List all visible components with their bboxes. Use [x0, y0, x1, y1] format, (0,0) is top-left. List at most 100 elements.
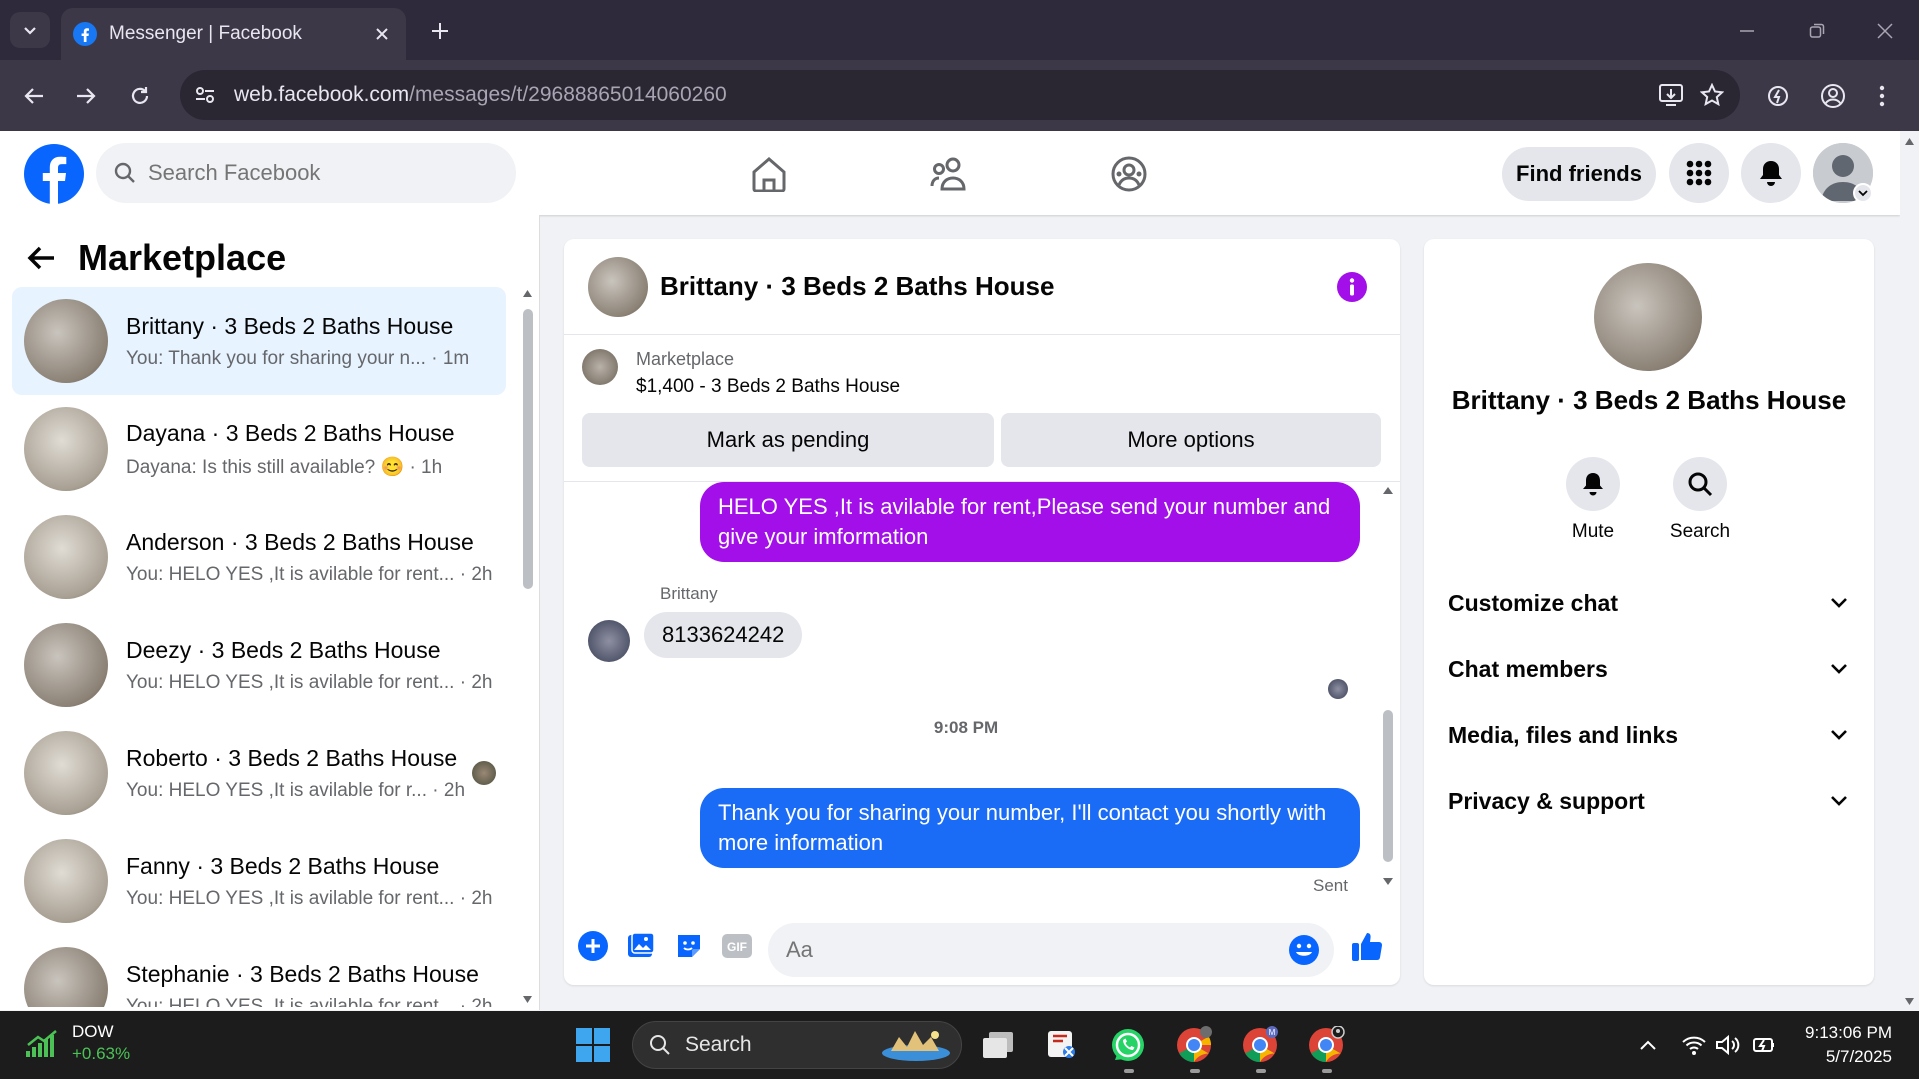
more-options-button[interactable]: More options: [1001, 413, 1381, 467]
clock-date: 5/7/2025: [1825, 1047, 1892, 1066]
profile-avatar[interactable]: [1594, 263, 1702, 371]
conversation-item[interactable]: Dayana · 3 Beds 2 Baths House Dayana: Is…: [12, 395, 506, 503]
conversation-avatar: [24, 407, 108, 491]
conversation-list-scrollbar[interactable]: [521, 289, 533, 1007]
tab-title: Messenger | Facebook: [109, 23, 302, 44]
taskbar-search[interactable]: Search: [632, 1021, 962, 1069]
tab-search-button[interactable]: [10, 12, 50, 48]
panel-header: Marketplace: [26, 237, 286, 279]
friends-icon[interactable]: [924, 149, 974, 199]
message-status: Sent: [1313, 876, 1348, 895]
conversation-preview: You: HELO YES ,It is avilable for rent..…: [126, 671, 455, 693]
address-bar[interactable]: web.facebook.com/messages/t/296888650140…: [180, 70, 1740, 120]
conversation-item[interactable]: Fanny · 3 Beds 2 Baths House You: HELO Y…: [12, 827, 506, 935]
volume-icon[interactable]: [1708, 1025, 1748, 1065]
mute-button[interactable]: Mute: [1548, 457, 1638, 543]
bell-icon: [1583, 473, 1603, 496]
sender-name: Brittany: [660, 584, 718, 603]
conversation-name: Dayana · 3 Beds 2 Baths House: [126, 419, 455, 446]
chat-avatar[interactable]: [588, 256, 648, 317]
battery-icon[interactable]: [1744, 1025, 1784, 1065]
chrome-profile-2-icon[interactable]: M: [1240, 1025, 1280, 1065]
profile-icon[interactable]: [1813, 76, 1853, 116]
conversation-avatar: [24, 623, 108, 707]
find-friends-button[interactable]: Find friends: [1502, 147, 1656, 201]
conversation-name: Deezy · 3 Beds 2 Baths House: [126, 636, 441, 663]
whatsapp-icon[interactable]: [1108, 1025, 1148, 1065]
conversation-item[interactable]: Deezy · 3 Beds 2 Baths House You: HELO Y…: [12, 611, 506, 719]
gif-icon[interactable]: GIF: [720, 929, 754, 963]
add-attachment-icon[interactable]: [576, 929, 610, 963]
chat-header: Brittany · 3 Beds 2 Baths House: [564, 239, 1400, 335]
message-input[interactable]: [786, 937, 1266, 963]
back-icon[interactable]: [14, 76, 54, 116]
like-thumb-icon[interactable]: [1350, 929, 1384, 963]
close-window-icon[interactable]: [1868, 14, 1902, 48]
search-highlight-icon: [882, 1031, 950, 1061]
conversation-item[interactable]: Anderson · 3 Beds 2 Baths House You: HEL…: [12, 503, 506, 611]
url-text: web.facebook.com/messages/t/296888650140…: [234, 83, 727, 107]
stock-widget[interactable]: DOW +0.63%: [24, 1021, 130, 1065]
chrome-profile-1-icon[interactable]: [1174, 1025, 1214, 1065]
browser-tab[interactable]: Messenger | Facebook: [61, 8, 406, 60]
chrome-profile-3-icon[interactable]: [1306, 1025, 1346, 1065]
site-settings-icon[interactable]: [194, 84, 216, 106]
message-scrollbar[interactable]: [1382, 482, 1394, 906]
page-scrollbar[interactable]: [1900, 131, 1919, 1011]
restore-icon[interactable]: [1800, 14, 1834, 48]
listing-thumbnail: [582, 349, 618, 385]
listing-category: Marketplace: [636, 349, 735, 369]
conversation-name: Brittany · 3 Beds 2 Baths House: [126, 312, 454, 339]
groups-icon[interactable]: [1104, 149, 1154, 199]
snipping-tool-icon[interactable]: [1042, 1025, 1082, 1065]
windows-start-icon[interactable]: [573, 1025, 613, 1065]
minimize-icon[interactable]: [1730, 14, 1764, 48]
tab-close-icon[interactable]: [370, 22, 394, 46]
message-input-wrapper[interactable]: [768, 923, 1334, 977]
sticker-icon[interactable]: [672, 929, 706, 963]
marketplace-listing[interactable]: Marketplace $1,400 - 3 Beds 2 Baths Hous…: [582, 349, 900, 398]
conversation-time: · 2h: [459, 671, 493, 693]
photo-icon[interactable]: [624, 929, 658, 963]
bookmark-star-icon[interactable]: [1700, 83, 1724, 107]
conversation-avatar: [24, 731, 108, 815]
media-files-links-section[interactable]: Media, files and links: [1448, 707, 1852, 763]
conversation-item[interactable]: Roberto · 3 Beds 2 Baths House You: HELO…: [12, 719, 506, 827]
conversation-item[interactable]: Brittany · 3 Beds 2 Baths House You: Tha…: [12, 287, 506, 395]
search-label: Search: [1669, 521, 1731, 542]
mark-as-pending-button[interactable]: Mark as pending: [582, 413, 994, 467]
menu-grid-icon[interactable]: [1669, 143, 1729, 203]
system-clock[interactable]: 9:13:06 PM 5/7/2025: [1798, 1021, 1892, 1069]
stock-chart-icon: [26, 1030, 57, 1057]
facebook-search[interactable]: [96, 143, 516, 203]
account-chevron-icon[interactable]: [1853, 183, 1873, 203]
panel-title: Marketplace: [78, 237, 287, 278]
chat-title[interactable]: Brittany · 3 Beds 2 Baths House: [660, 271, 1054, 302]
facebook-logo-icon[interactable]: [24, 144, 84, 204]
conversation-list: Brittany · 3 Beds 2 Baths House You: Tha…: [12, 287, 506, 1007]
customize-chat-section[interactable]: Customize chat: [1448, 575, 1852, 631]
search-in-conversation-button[interactable]: Search: [1655, 457, 1745, 543]
conversation-item[interactable]: Stephanie · 3 Beds 2 Baths House You: HE…: [12, 935, 506, 1007]
kebab-menu-icon[interactable]: [1867, 76, 1897, 116]
install-app-icon[interactable]: [1658, 83, 1684, 107]
seen-avatar: [472, 761, 496, 785]
conversation-avatar: [24, 947, 108, 1007]
chat-members-section[interactable]: Chat members: [1448, 641, 1852, 697]
notifications-bell-icon[interactable]: [1741, 143, 1801, 203]
profile-name: Brittany · 3 Beds 2 Baths House: [1451, 385, 1847, 415]
home-icon[interactable]: [744, 149, 794, 199]
conversation-preview: You: HELO YES ,It is avilable for rent..…: [126, 887, 455, 909]
privacy-support-section[interactable]: Privacy & support: [1448, 773, 1852, 829]
info-icon[interactable]: [1336, 271, 1368, 303]
task-view-icon[interactable]: [978, 1025, 1018, 1065]
new-tab-icon[interactable]: [425, 16, 455, 46]
performance-icon[interactable]: [1758, 76, 1798, 116]
forward-icon[interactable]: [66, 76, 106, 116]
emoji-icon[interactable]: [1288, 934, 1320, 966]
show-hidden-icons-chevron-icon[interactable]: [1628, 1025, 1668, 1065]
facebook-header: Find friends: [0, 131, 1900, 215]
back-arrow-icon[interactable]: [26, 245, 56, 271]
facebook-search-input[interactable]: [148, 160, 468, 186]
reload-icon[interactable]: [120, 76, 160, 116]
